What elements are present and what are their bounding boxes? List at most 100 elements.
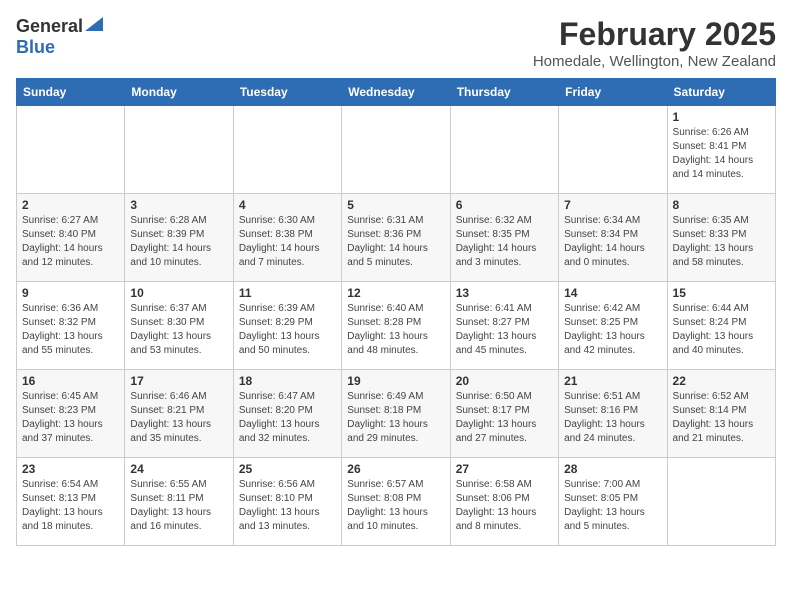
- day-number: 27: [456, 462, 553, 476]
- weekday-header: Sunday: [17, 79, 125, 106]
- calendar-cell: 7 Sunrise: 6:34 AM Sunset: 8:34 PM Daylig…: [559, 194, 667, 282]
- calendar-header-row: SundayMondayTuesdayWednesdayThursdayFrid…: [17, 79, 776, 106]
- day-info: Sunrise: 6:55 AM Sunset: 8:11 PM Dayligh…: [130, 478, 227, 534]
- logo-icon: [85, 17, 103, 31]
- calendar-cell: 6 Sunrise: 6:32 AM Sunset: 8:35 PM Daylig…: [450, 194, 558, 282]
- weekday-header: Friday: [559, 79, 667, 106]
- calendar-cell: 17 Sunrise: 6:46 AM Sunset: 8:21 PM Dayli…: [125, 370, 233, 458]
- calendar-cell: 19Sunrise: 6:49 AM Sunset: 8:18 PM Dayli…: [342, 370, 450, 458]
- day-number: 5: [347, 198, 444, 212]
- day-number: 3: [130, 198, 227, 212]
- day-number: 28: [564, 462, 661, 476]
- calendar-table: SundayMondayTuesdayWednesdayThursdayFrid…: [16, 78, 776, 546]
- calendar-cell: 23 Sunrise: 6:54 AM Sunset: 8:13 PM Dayli…: [17, 458, 125, 546]
- day-number: 24: [130, 462, 227, 476]
- calendar-body: 1 Sunrise: 6:26 AM Sunset: 8:41 PM Daylig…: [17, 106, 776, 546]
- day-number: 6: [456, 198, 553, 212]
- day-info: Sunrise: 6:32 AM Sunset: 8:35 PM Dayligh…: [456, 214, 553, 270]
- calendar-cell: 3 Sunrise: 6:28 AM Sunset: 8:39 PM Daylig…: [125, 194, 233, 282]
- day-number: 20: [456, 374, 553, 388]
- day-info: Sunrise: 7:00 AM Sunset: 8:05 PM Dayligh…: [564, 478, 661, 534]
- calendar-cell: 2Sunrise: 6:27 AM Sunset: 8:40 PM Daylig…: [17, 194, 125, 282]
- calendar-cell: 25Sunrise: 6:56 AM Sunset: 8:10 PM Dayli…: [233, 458, 341, 546]
- day-number: 22: [673, 374, 770, 388]
- weekday-header: Saturday: [667, 79, 775, 106]
- calendar-cell: 1 Sunrise: 6:26 AM Sunset: 8:41 PM Daylig…: [667, 106, 775, 194]
- day-number: 23: [22, 462, 119, 476]
- day-info: Sunrise: 6:36 AM Sunset: 8:32 PM Dayligh…: [22, 302, 119, 358]
- day-info: Sunrise: 6:40 AM Sunset: 8:28 PM Dayligh…: [347, 302, 444, 358]
- day-info: Sunrise: 6:45 AM Sunset: 8:23 PM Dayligh…: [22, 390, 119, 446]
- day-number: 17: [130, 374, 227, 388]
- calendar-cell: 14Sunrise: 6:42 AM Sunset: 8:25 PM Dayli…: [559, 282, 667, 370]
- weekday-header: Tuesday: [233, 79, 341, 106]
- calendar-week-row: 9Sunrise: 6:36 AM Sunset: 8:32 PM Daylig…: [17, 282, 776, 370]
- calendar-week-row: 16 Sunrise: 6:45 AM Sunset: 8:23 PM Dayli…: [17, 370, 776, 458]
- day-number: 21: [564, 374, 661, 388]
- weekday-header: Wednesday: [342, 79, 450, 106]
- day-info: Sunrise: 6:44 AM Sunset: 8:24 PM Dayligh…: [673, 302, 770, 358]
- calendar-week-row: 1 Sunrise: 6:26 AM Sunset: 8:41 PM Daylig…: [17, 106, 776, 194]
- day-number: 18: [239, 374, 336, 388]
- calendar-cell: 15 Sunrise: 6:44 AM Sunset: 8:24 PM Dayli…: [667, 282, 775, 370]
- weekday-header: Monday: [125, 79, 233, 106]
- day-number: 26: [347, 462, 444, 476]
- day-number: 12: [347, 286, 444, 300]
- calendar-cell: 27 Sunrise: 6:58 AM Sunset: 8:06 PM Dayli…: [450, 458, 558, 546]
- calendar-cell: 8 Sunrise: 6:35 AM Sunset: 8:33 PM Daylig…: [667, 194, 775, 282]
- calendar-cell: [233, 106, 341, 194]
- calendar-cell: 22 Sunrise: 6:52 AM Sunset: 8:14 PM Dayli…: [667, 370, 775, 458]
- day-number: 8: [673, 198, 770, 212]
- title-area: February 2025 Homedale, Wellington, New …: [533, 16, 776, 70]
- month-title: February 2025: [533, 16, 776, 53]
- calendar-cell: 26 Sunrise: 6:57 AM Sunset: 8:08 PM Dayli…: [342, 458, 450, 546]
- day-info: Sunrise: 6:58 AM Sunset: 8:06 PM Dayligh…: [456, 478, 553, 534]
- calendar-week-row: 23 Sunrise: 6:54 AM Sunset: 8:13 PM Dayli…: [17, 458, 776, 546]
- day-info: Sunrise: 6:37 AM Sunset: 8:30 PM Dayligh…: [130, 302, 227, 358]
- day-number: 1: [673, 110, 770, 124]
- day-number: 7: [564, 198, 661, 212]
- day-info: Sunrise: 6:46 AM Sunset: 8:21 PM Dayligh…: [130, 390, 227, 446]
- day-number: 13: [456, 286, 553, 300]
- day-info: Sunrise: 6:28 AM Sunset: 8:39 PM Dayligh…: [130, 214, 227, 270]
- day-info: Sunrise: 6:52 AM Sunset: 8:14 PM Dayligh…: [673, 390, 770, 446]
- logo-blue-text: Blue: [16, 37, 55, 57]
- day-number: 16: [22, 374, 119, 388]
- calendar-cell: 24 Sunrise: 6:55 AM Sunset: 8:11 PM Dayli…: [125, 458, 233, 546]
- day-info: Sunrise: 6:42 AM Sunset: 8:25 PM Dayligh…: [564, 302, 661, 358]
- logo-general-text: General: [16, 16, 83, 37]
- calendar-cell: [342, 106, 450, 194]
- calendar-cell: 12 Sunrise: 6:40 AM Sunset: 8:28 PM Dayli…: [342, 282, 450, 370]
- day-number: 4: [239, 198, 336, 212]
- calendar-cell: 10 Sunrise: 6:37 AM Sunset: 8:30 PM Dayli…: [125, 282, 233, 370]
- calendar-cell: [559, 106, 667, 194]
- day-number: 15: [673, 286, 770, 300]
- day-info: Sunrise: 6:26 AM Sunset: 8:41 PM Dayligh…: [673, 126, 770, 182]
- calendar-cell: [125, 106, 233, 194]
- day-number: 25: [239, 462, 336, 476]
- calendar-cell: 13 Sunrise: 6:41 AM Sunset: 8:27 PM Dayli…: [450, 282, 558, 370]
- calendar-cell: 28 Sunrise: 7:00 AM Sunset: 8:05 PM Dayli…: [559, 458, 667, 546]
- day-info: Sunrise: 6:41 AM Sunset: 8:27 PM Dayligh…: [456, 302, 553, 358]
- day-info: Sunrise: 6:54 AM Sunset: 8:13 PM Dayligh…: [22, 478, 119, 534]
- calendar-cell: [667, 458, 775, 546]
- weekday-header: Thursday: [450, 79, 558, 106]
- day-info: Sunrise: 6:35 AM Sunset: 8:33 PM Dayligh…: [673, 214, 770, 270]
- day-info: Sunrise: 6:57 AM Sunset: 8:08 PM Dayligh…: [347, 478, 444, 534]
- day-number: 11: [239, 286, 336, 300]
- calendar-cell: 16 Sunrise: 6:45 AM Sunset: 8:23 PM Dayli…: [17, 370, 125, 458]
- day-info: Sunrise: 6:47 AM Sunset: 8:20 PM Dayligh…: [239, 390, 336, 446]
- header: General Blue February 2025 Homedale, Wel…: [16, 16, 776, 70]
- calendar-cell: 5 Sunrise: 6:31 AM Sunset: 8:36 PM Daylig…: [342, 194, 450, 282]
- calendar-cell: 11Sunrise: 6:39 AM Sunset: 8:29 PM Dayli…: [233, 282, 341, 370]
- day-number: 2: [22, 198, 119, 212]
- calendar-cell: 9Sunrise: 6:36 AM Sunset: 8:32 PM Daylig…: [17, 282, 125, 370]
- logo: General Blue: [16, 16, 103, 58]
- day-number: 10: [130, 286, 227, 300]
- day-info: Sunrise: 6:34 AM Sunset: 8:34 PM Dayligh…: [564, 214, 661, 270]
- location-title: Homedale, Wellington, New Zealand: [533, 53, 776, 70]
- calendar-cell: 20Sunrise: 6:50 AM Sunset: 8:17 PM Dayli…: [450, 370, 558, 458]
- calendar-cell: [17, 106, 125, 194]
- day-info: Sunrise: 6:31 AM Sunset: 8:36 PM Dayligh…: [347, 214, 444, 270]
- day-info: Sunrise: 6:49 AM Sunset: 8:18 PM Dayligh…: [347, 390, 444, 446]
